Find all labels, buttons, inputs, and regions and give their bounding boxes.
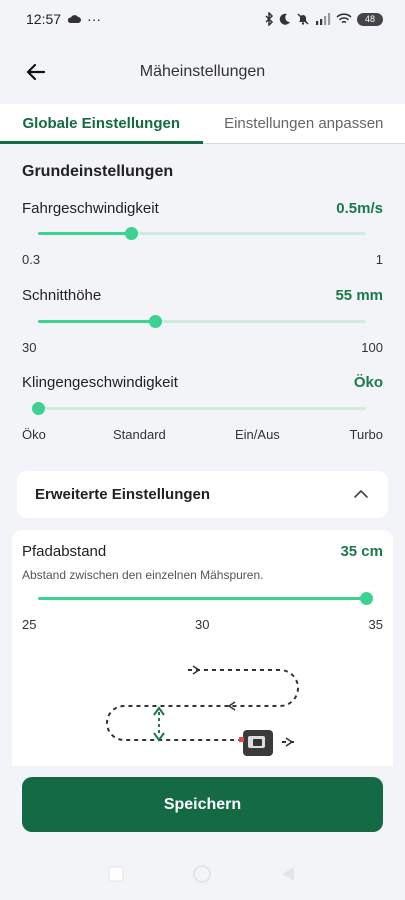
path-tick-min: 25 bbox=[22, 617, 37, 632]
back-arrow-icon[interactable] bbox=[22, 58, 50, 86]
mower-robot-icon bbox=[239, 730, 273, 756]
blade-speed-label: Klingengeschwindigkeit bbox=[22, 374, 178, 391]
tab-custom-settings[interactable]: Einstellungen anpassen bbox=[203, 104, 405, 143]
status-left: 12:57 ··· bbox=[26, 11, 101, 27]
path-distance-slider-fill bbox=[38, 597, 366, 600]
mowing-path-illustration bbox=[106, 665, 299, 756]
speed-max-label: 1 bbox=[375, 252, 383, 267]
path-distance-value: 35 cm bbox=[340, 543, 383, 560]
arrow-right-icon bbox=[285, 737, 294, 747]
path-distance-label: Pfadabstand bbox=[22, 543, 107, 560]
path-tick-mid: 30 bbox=[195, 617, 210, 632]
basic-settings-title: Grundeinstellungen bbox=[22, 163, 174, 180]
bluetooth-icon bbox=[265, 12, 274, 26]
recent-apps-icon bbox=[108, 866, 124, 882]
path-distance-slider-thumb[interactable] bbox=[359, 591, 373, 605]
tab-custom-settings-label: Einstellungen anpassen bbox=[224, 115, 384, 132]
height-label: Schnitthöhe bbox=[22, 287, 102, 304]
battery-indicator: 48 bbox=[357, 12, 383, 26]
page-title: Mäheinstellungen bbox=[139, 63, 266, 80]
tab-global-settings[interactable]: Globale Einstellungen bbox=[0, 104, 203, 144]
spacing-arrow-icon bbox=[153, 706, 165, 742]
status-more-dots: ··· bbox=[87, 11, 102, 27]
signal-icon bbox=[316, 13, 331, 25]
speed-label: Fahrgeschwindigkeit bbox=[22, 200, 159, 217]
status-bar: 12:57 ··· 48 bbox=[0, 0, 405, 38]
bell-off-icon bbox=[297, 13, 309, 25]
blade-option-standard[interactable]: Standard bbox=[113, 427, 166, 442]
path-distance-description: Abstand zwischen den einzelnen Mähspuren… bbox=[22, 568, 264, 582]
system-nav-bar bbox=[108, 865, 294, 883]
speed-value: 0.5m/s bbox=[336, 200, 383, 217]
speed-slider-thumb[interactable] bbox=[125, 226, 139, 240]
blade-option-eco[interactable]: Öko bbox=[22, 427, 46, 442]
height-slider[interactable] bbox=[38, 314, 366, 328]
path-tick-max: 35 bbox=[368, 617, 383, 632]
advanced-settings-header[interactable]: Erweiterte Einstellungen bbox=[17, 471, 388, 518]
height-value: 55 mm bbox=[335, 287, 383, 304]
height-max-label: 100 bbox=[361, 340, 383, 355]
speed-slider[interactable] bbox=[38, 226, 366, 240]
speed-min-label: 0.3 bbox=[22, 252, 41, 267]
save-button[interactable]: Speichern bbox=[22, 777, 383, 832]
wifi-icon bbox=[336, 13, 352, 24]
status-right: 48 bbox=[264, 12, 383, 26]
tab-global-settings-label: Globale Einstellungen bbox=[22, 115, 181, 132]
moon-icon bbox=[279, 13, 290, 25]
blade-option-on-off[interactable]: Ein/Aus bbox=[235, 427, 280, 442]
back-nav-icon bbox=[282, 867, 294, 881]
app-bar: Mäheinstellungen bbox=[0, 50, 405, 94]
path-distance-slider[interactable] bbox=[38, 591, 373, 605]
tab-bar: Globale Einstellungen Einstellungen anpa… bbox=[0, 104, 405, 144]
chevron-up-icon[interactable] bbox=[352, 485, 370, 503]
advanced-settings-title: Erweiterte Einstellungen bbox=[35, 486, 211, 503]
height-min-label: 30 bbox=[22, 340, 37, 355]
speed-slider-fill bbox=[38, 232, 132, 235]
home-icon bbox=[193, 865, 211, 883]
blade-speed-value: Öko bbox=[353, 374, 383, 391]
status-time: 12:57 bbox=[26, 11, 62, 27]
blade-speed-slider-thumb[interactable] bbox=[31, 401, 45, 415]
height-slider-thumb[interactable] bbox=[148, 314, 162, 328]
blade-option-turbo[interactable]: Turbo bbox=[350, 427, 383, 442]
height-slider-fill bbox=[38, 320, 156, 323]
blade-speed-slider[interactable] bbox=[31, 401, 366, 415]
cloud-icon bbox=[67, 15, 82, 23]
